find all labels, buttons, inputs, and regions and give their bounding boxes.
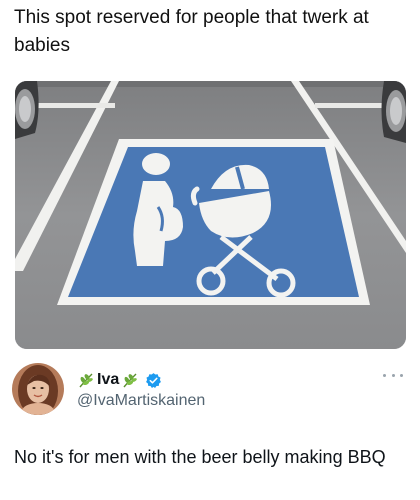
avatar[interactable] — [12, 363, 64, 415]
author-handle[interactable]: @IvaMartiskainen — [77, 391, 205, 411]
reply-tweet[interactable]: Iva @IvaMartiskainen No it's for men wit… — [0, 358, 420, 500]
leaf-emoji-icon — [79, 373, 93, 388]
verified-badge-icon — [146, 372, 162, 388]
author-display-name[interactable]: Iva — [97, 370, 119, 390]
profile-photo — [12, 363, 64, 415]
author-name-row: Iva — [77, 370, 162, 390]
more-dot — [400, 373, 403, 377]
leaf-emoji-icon — [123, 373, 138, 388]
reply-text: No it's for men with the beer belly maki… — [14, 447, 386, 467]
parking-sign-illustration — [15, 81, 406, 349]
more-dot — [383, 373, 386, 377]
post-photo[interactable] — [15, 81, 406, 349]
figure-head — [142, 153, 170, 175]
more-options-icon[interactable] — [383, 370, 403, 380]
more-dot — [391, 373, 395, 377]
post-caption: This spot reserved for people that twerk… — [14, 7, 369, 56]
